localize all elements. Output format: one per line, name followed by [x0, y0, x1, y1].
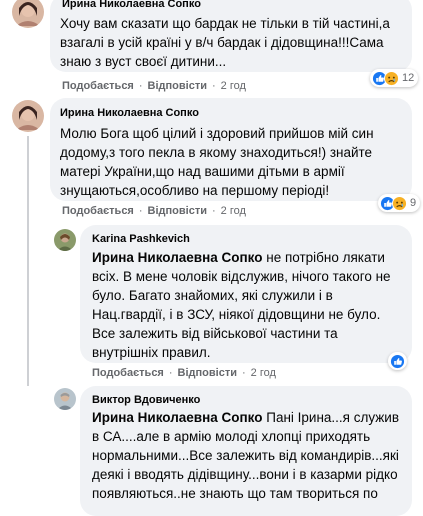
reply-button[interactable]: Відповісти — [148, 80, 207, 92]
comment-text-span: не потрібно лякати — [262, 250, 385, 265]
comment-actions: Подобається · Відповісти · 2 год — [62, 205, 246, 217]
comment-line: матері України,що над вашими дітьми в ар… — [60, 164, 345, 179]
reaction-count: 12 — [402, 72, 415, 84]
comment-text: Ирина Николаевна Сопко не потрібно лякат… — [92, 248, 410, 362]
comment-author[interactable]: Ирина Николаевна Сопко — [60, 107, 199, 119]
comment-text: Ирина Николаевна Сопко Пані Ірина...я сл… — [92, 408, 410, 503]
mention-link[interactable]: Ирина Николаевна Сопко — [92, 250, 262, 265]
timestamp[interactable]: 2 год — [221, 80, 246, 92]
avatar[interactable] — [12, 0, 44, 28]
comment-author[interactable]: Ирина Николаевна Сопко — [62, 0, 201, 10]
comment-line: знущаються,особливо на першому періоді! — [60, 183, 330, 198]
thread-line — [64, 252, 66, 392]
comment-author[interactable]: Виктор Вдовиченко — [92, 394, 200, 406]
comment-line: деякі і вводять дідівщину...вони і в каз… — [92, 467, 398, 482]
comment-line: Хочу вам сказати що бардак не тільки в т… — [60, 16, 390, 31]
comment-text-span: Пані Ірина...я служив — [262, 410, 400, 425]
timestamp[interactable]: 2 год — [221, 205, 246, 217]
reply-button[interactable]: Відповісти — [178, 367, 237, 379]
reaction-summary[interactable]: 12 — [370, 69, 419, 87]
comment-line: всіх. В мене чоловік відслужив, нічого т… — [92, 269, 391, 284]
comment-text: Молю Бога щоб цілий і здоровий прийшов м… — [60, 124, 410, 200]
avatar[interactable] — [54, 388, 76, 410]
mention-link[interactable]: Ирина Николаевна Сопко — [92, 410, 262, 425]
comment-actions: Подобається · Відповісти · 2 год — [92, 367, 276, 379]
reply-button[interactable]: Відповісти — [148, 205, 207, 217]
timestamp[interactable]: 2 год — [251, 367, 276, 379]
sad-icon — [392, 195, 407, 211]
comment-line: Молю Бога щоб цілий і здоровий прийшов м… — [60, 126, 374, 141]
comment-line: взагалі в усій країні у в/ч бардак і дід… — [60, 35, 384, 50]
sad-icon — [384, 70, 399, 86]
comment-line: Все залежить від військової частини та — [92, 326, 338, 341]
reaction-count: 9 — [410, 197, 417, 209]
comment-line: знаю з вуст своєї дитини... — [60, 54, 227, 69]
comment-line: нормальними...Все залежить від командирі… — [92, 448, 399, 463]
comment-line: Ирина Николаевна Сопко не потрібно лякат… — [92, 248, 410, 267]
comment-line: було. Багато знайомих, які служили і в — [92, 288, 333, 303]
avatar[interactable] — [54, 229, 76, 251]
like-button[interactable]: Подобається — [62, 80, 134, 92]
thread-line — [27, 136, 29, 386]
comment-line: внутрішніх правил. — [92, 345, 211, 360]
comment-line: в СА....але в армію молоді хлопці приход… — [92, 429, 371, 444]
reaction-summary[interactable]: 9 — [378, 194, 421, 212]
like-button[interactable]: Подобається — [92, 367, 164, 379]
comment-author[interactable]: Karina Pashkevich — [92, 233, 190, 245]
like-icon — [390, 353, 405, 369]
like-button[interactable]: Подобається — [62, 205, 134, 217]
avatar[interactable] — [12, 100, 44, 132]
comment-line: додому,з того пекла в якому знаходиться!… — [60, 145, 373, 160]
comment-actions: Подобається · Відповісти · 2 год — [62, 80, 246, 92]
reaction-summary[interactable] — [388, 352, 407, 370]
comment-line: Ирина Николаевна Сопко Пані Ірина...я сл… — [92, 408, 410, 427]
comment-line: Нац.гвардії, і в ЗСУ, ніякої дідовщини н… — [92, 307, 381, 322]
comment-line: появляються..не знають що там твориться … — [92, 486, 378, 501]
comment-text: Хочу вам сказати що бардак не тільки в т… — [60, 14, 410, 71]
